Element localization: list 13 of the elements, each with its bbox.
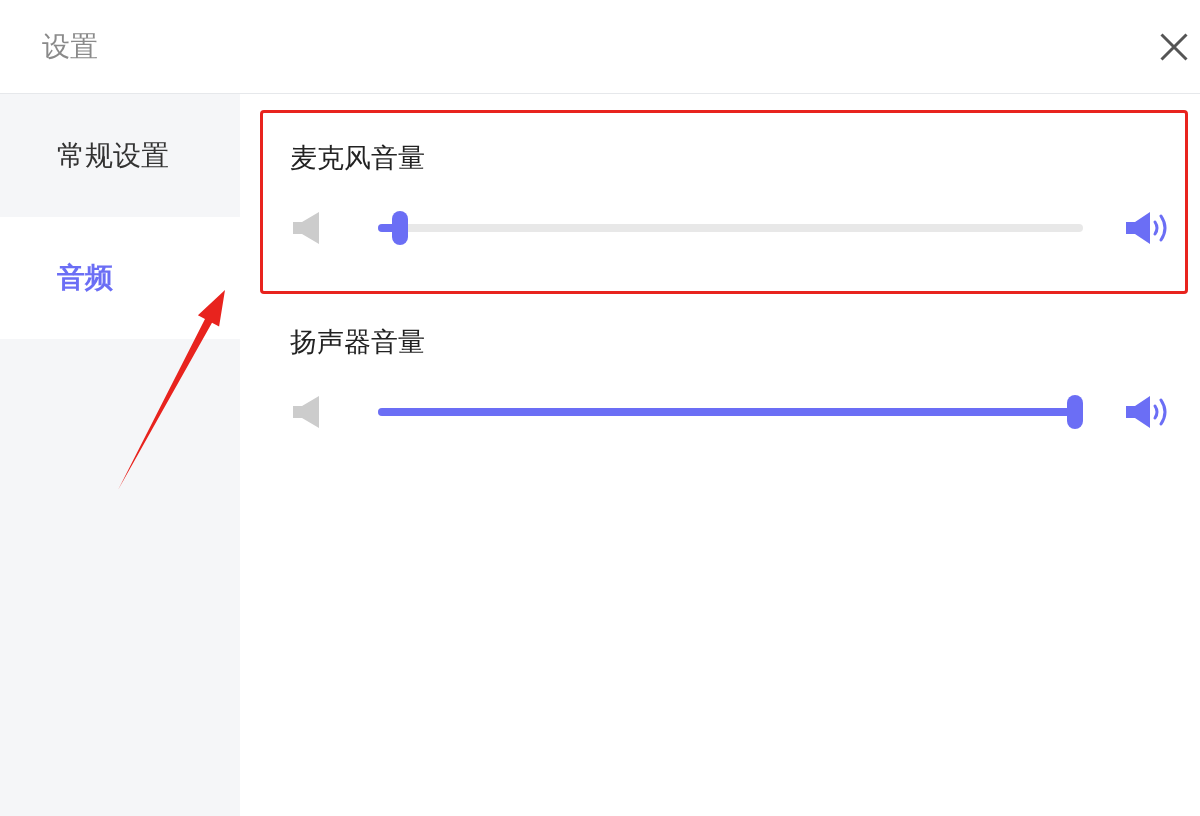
slider-track[interactable]	[378, 211, 1083, 245]
speaker-icon	[293, 212, 319, 244]
slider-thumb[interactable]	[391, 211, 408, 245]
speaker-icon	[293, 396, 319, 428]
slider-track[interactable]	[378, 395, 1083, 429]
volume-label: 扬声器音量	[290, 326, 425, 358]
slider-thumb[interactable]	[1067, 395, 1083, 429]
sidebar-item[interactable]: 音频	[0, 217, 240, 339]
close-icon	[1160, 32, 1188, 61]
volume-label: 麦克风音量	[290, 142, 425, 174]
window-title: 设置	[42, 29, 98, 64]
close-button[interactable]	[1160, 32, 1188, 61]
sidebar-item[interactable]: 常规设置	[0, 95, 240, 217]
